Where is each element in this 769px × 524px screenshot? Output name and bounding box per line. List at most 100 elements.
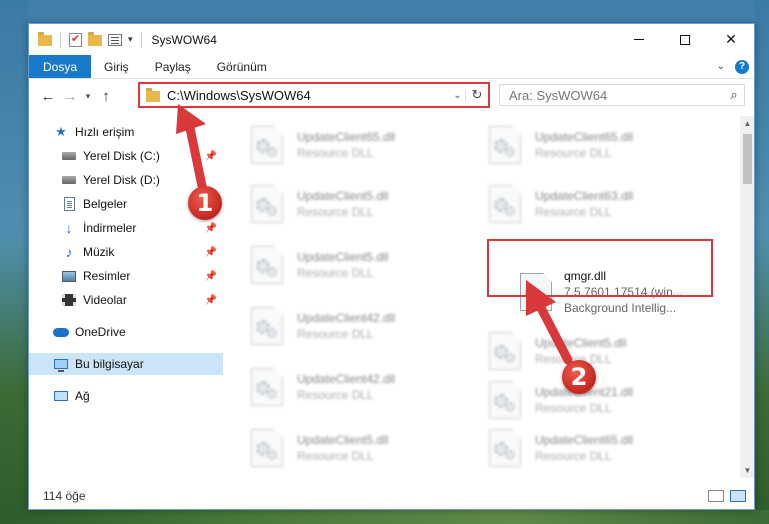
desktop-background-right	[755, 0, 769, 524]
file-description: Resource DLL	[535, 449, 612, 463]
dll-file-icon	[251, 429, 283, 467]
search-input[interactable]: Ara: SysWOW64	[509, 88, 724, 103]
file-version: 7.5.7601.17514 (win...	[564, 285, 683, 299]
file-item-qmgr-dll[interactable]: qmgr.dll 7.5.7601.17514 (win... Backgrou…	[516, 263, 740, 321]
maximize-icon	[680, 34, 690, 45]
file-name: UpdateClient65.dll	[297, 130, 396, 144]
desktop-background-bottom	[0, 510, 769, 524]
address-path[interactable]: C:\Windows\SysWOW64	[167, 88, 450, 103]
pin-icon[interactable]: 📌	[205, 247, 217, 258]
dll-file-icon	[251, 126, 283, 164]
sidebar-item-label: Yerel Disk (D:)	[83, 173, 160, 187]
sidebar-item-label: Bu bilgisayar	[75, 357, 144, 371]
file-name: UpdateClient5.dll	[297, 433, 389, 447]
file-name: UpdateClient5.dll	[297, 189, 389, 203]
file-item[interactable]: UpdateClient5.dll Resource DLL	[226, 175, 452, 233]
file-item[interactable]: UpdateClient5.dll Resource DLL	[226, 419, 452, 477]
file-description: Background Intellig...	[564, 301, 677, 315]
pin-icon[interactable]: 📌	[205, 151, 217, 162]
new-folder-icon[interactable]	[88, 32, 102, 46]
sidebar-item-this-pc[interactable]: Bu bilgisayar	[29, 353, 223, 375]
toolbar-separator	[140, 31, 142, 48]
recent-locations-dropdown[interactable]: ▾	[81, 91, 95, 102]
folder-icon	[38, 32, 52, 46]
ribbon-right: ⌄ ?	[717, 55, 754, 78]
file-description: Resource DLL	[297, 266, 374, 280]
pin-icon[interactable]: 📌	[205, 271, 217, 282]
sidebar-item-local-disk-c[interactable]: Yerel Disk (C:) 📌	[29, 145, 223, 167]
sidebar-item-local-disk-d[interactable]: Yerel Disk (D:)	[29, 169, 223, 191]
expand-ribbon-chevron-icon[interactable]: ⌄	[717, 61, 725, 72]
up-button[interactable]: ↑	[95, 88, 117, 105]
file-item[interactable]: UpdateClient65.dll Resource DLL	[226, 116, 452, 174]
file-item[interactable]: UpdateClient63.dll Resource DLL	[464, 175, 690, 233]
search-box[interactable]: Ara: SysWOW64 ⌕	[499, 84, 745, 106]
file-item[interactable]: UpdateClient65.dll Resource DLL	[464, 116, 690, 174]
dll-file-icon	[489, 429, 521, 467]
back-button[interactable]: ←	[37, 88, 59, 105]
details-view-icon[interactable]	[708, 490, 724, 502]
minimize-button[interactable]	[616, 24, 662, 55]
scroll-up-icon[interactable]: ▲	[740, 116, 754, 131]
file-name: UpdateClient42.dll	[297, 372, 396, 386]
explorer-window: ▾ SysWOW64 ✕ Dosya Giriş Paylaş Görünüm …	[28, 23, 755, 510]
sidebar-item-downloads[interactable]: ↓ İndirmeler 📌	[29, 217, 223, 239]
title-bar: ▾ SysWOW64 ✕	[29, 24, 754, 55]
quick-access-toolbar: ▾	[29, 31, 144, 48]
toolbar-separator	[60, 31, 61, 48]
sidebar-item-onedrive[interactable]: OneDrive	[29, 321, 223, 343]
file-name: UpdateClient65.dll	[535, 130, 634, 144]
sidebar-item-network[interactable]: Ağ	[29, 385, 223, 407]
file-item[interactable]: UpdateClient42.dll Resource DLL	[226, 297, 452, 355]
maximize-button[interactable]	[662, 24, 708, 55]
address-dropdown-icon[interactable]: ⌄	[450, 89, 466, 101]
sidebar-item-label: Resimler	[83, 269, 131, 283]
status-bar: 114 öğe	[29, 482, 754, 509]
pin-icon[interactable]: 📌	[205, 295, 217, 306]
folder-icon	[146, 87, 160, 102]
vertical-scrollbar[interactable]: ▲ ▼	[740, 116, 754, 478]
file-name: UpdateClient63.dll	[535, 189, 634, 203]
sidebar-item-videos[interactable]: Videolar 📌	[29, 289, 223, 311]
sidebar-item-label: Hızlı erişim	[75, 125, 135, 139]
desktop-background-left	[0, 0, 28, 524]
tiles-view-icon[interactable]	[730, 490, 746, 502]
file-description: Resource DLL	[297, 388, 374, 402]
item-count: 114 öğe	[43, 489, 86, 503]
tab-file[interactable]: Dosya	[29, 55, 92, 78]
scroll-thumb[interactable]	[743, 134, 752, 184]
close-button[interactable]: ✕	[708, 24, 754, 55]
search-icon[interactable]: ⌕	[724, 87, 744, 103]
dll-file-icon	[489, 126, 521, 164]
sidebar-item-music[interactable]: ♪ Müzik 📌	[29, 241, 223, 263]
file-item[interactable]: UpdateClient5.dll Resource DLL	[226, 236, 452, 294]
properties-icon[interactable]	[108, 33, 122, 46]
sidebar-item-label: OneDrive	[75, 325, 126, 339]
dll-file-icon	[251, 307, 283, 345]
tab-share[interactable]: Paylaş	[142, 55, 204, 78]
file-description: Resource DLL	[535, 146, 612, 160]
sidebar-item-quick-access[interactable]: ★ Hızlı erişim	[29, 121, 223, 143]
tab-view[interactable]: Görünüm	[204, 55, 280, 78]
qat-dropdown-icon[interactable]: ▾	[128, 34, 133, 45]
minimize-icon	[634, 39, 644, 40]
this-pc-icon	[53, 356, 69, 372]
address-bar[interactable]: C:\Windows\SysWOW64 ⌄ ↻	[138, 82, 490, 108]
help-icon[interactable]: ?	[735, 59, 749, 74]
file-description: Resource DLL	[535, 205, 612, 219]
music-icon: ♪	[65, 244, 73, 260]
file-item[interactable]: UpdateClient42.dll Resource DLL	[226, 358, 452, 416]
dll-file-icon	[520, 273, 552, 311]
sidebar-item-pictures[interactable]: Resimler 📌	[29, 265, 223, 287]
forward-button[interactable]: →	[59, 88, 81, 105]
scroll-down-icon[interactable]: ▼	[740, 463, 754, 478]
pin-icon[interactable]: 📌	[205, 223, 217, 234]
properties-check-icon[interactable]	[69, 32, 82, 47]
dll-file-icon	[251, 246, 283, 284]
file-item[interactable]: UpdateClient65.dll Resource DLL	[464, 419, 690, 477]
onedrive-icon	[53, 324, 69, 340]
tab-home[interactable]: Giriş	[91, 55, 142, 78]
window-controls: ✕	[616, 24, 754, 55]
step-2-callout: 2	[562, 360, 596, 394]
refresh-icon[interactable]: ↻	[466, 87, 488, 103]
